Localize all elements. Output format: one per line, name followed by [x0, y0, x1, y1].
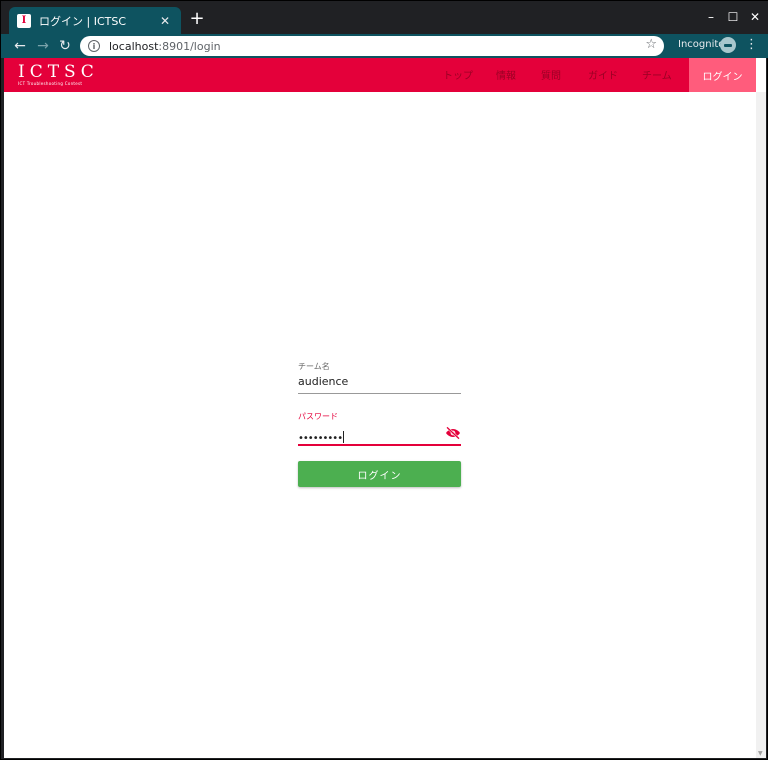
minimize-button[interactable]: – [701, 8, 721, 26]
password-input[interactable]: ••••••••• [298, 433, 343, 444]
back-arrow-icon[interactable]: ← [11, 37, 29, 55]
tab-strip: I ログイン | ICTSC ✕ + – ☐ ✕ [1, 1, 768, 34]
bookmark-star-icon[interactable]: ☆ [645, 37, 657, 52]
password-field[interactable]: ••••••••• [298, 426, 461, 444]
password-label: パスワード [298, 412, 338, 421]
ictsc-logo[interactable]: ICTSC ICT Troubleshooting Contest [18, 63, 98, 89]
text-caret [343, 430, 345, 443]
login-button[interactable]: ログイン [298, 461, 461, 487]
team-name-underline [298, 393, 461, 394]
nav-questions[interactable]: 質問 [541, 67, 561, 82]
scrollbar[interactable]: ▼ [756, 92, 766, 758]
favicon-icon: I [17, 13, 31, 28]
incognito-label: Incognito [678, 39, 725, 50]
tab-title: ログイン | ICTSC [39, 14, 127, 28]
url-path: :8901/login [158, 39, 221, 53]
browser-toolbar: ← → ↻ i localhost:8901/login ☆ Incognito… [1, 34, 768, 58]
nav-team[interactable]: チーム [642, 67, 672, 82]
password-underline [298, 444, 461, 446]
browser-window: I ログイン | ICTSC ✕ + – ☐ ✕ ← → ↻ i localho… [0, 0, 768, 760]
tab-close-icon[interactable]: ✕ [157, 14, 173, 28]
maximize-button[interactable]: ☐ [723, 8, 743, 26]
browser-tab[interactable]: I ログイン | ICTSC ✕ [9, 7, 181, 34]
nav-info[interactable]: 情報 [496, 67, 516, 82]
url-host: localhost [109, 39, 159, 53]
eye-off-icon[interactable] [445, 426, 461, 440]
nav-guide[interactable]: ガイド [588, 67, 618, 82]
reload-icon[interactable]: ↻ [56, 37, 74, 55]
scroll-down-icon[interactable]: ▼ [758, 750, 764, 757]
site-header: ICTSC ICT Troubleshooting Contest トップ 情報… [4, 58, 756, 92]
info-icon[interactable]: i [88, 40, 100, 52]
address-bar[interactable]: i localhost:8901/login ☆ [80, 36, 664, 56]
forward-arrow-icon[interactable]: → [34, 37, 52, 55]
nav-top[interactable]: トップ [443, 67, 473, 82]
team-name-input[interactable]: audience [298, 375, 461, 389]
nav-login[interactable]: ログイン [689, 58, 756, 92]
incognito-icon[interactable] [720, 37, 736, 53]
close-window-button[interactable]: ✕ [745, 8, 765, 26]
login-form: チーム名 audience パスワード ••••••••• ログイン [298, 361, 461, 487]
team-name-label: チーム名 [298, 362, 330, 371]
page-content: ICTSC ICT Troubleshooting Contest トップ 情報… [4, 58, 766, 758]
new-tab-button[interactable]: + [188, 9, 206, 29]
browser-menu-icon[interactable]: ⋮ [745, 37, 758, 52]
